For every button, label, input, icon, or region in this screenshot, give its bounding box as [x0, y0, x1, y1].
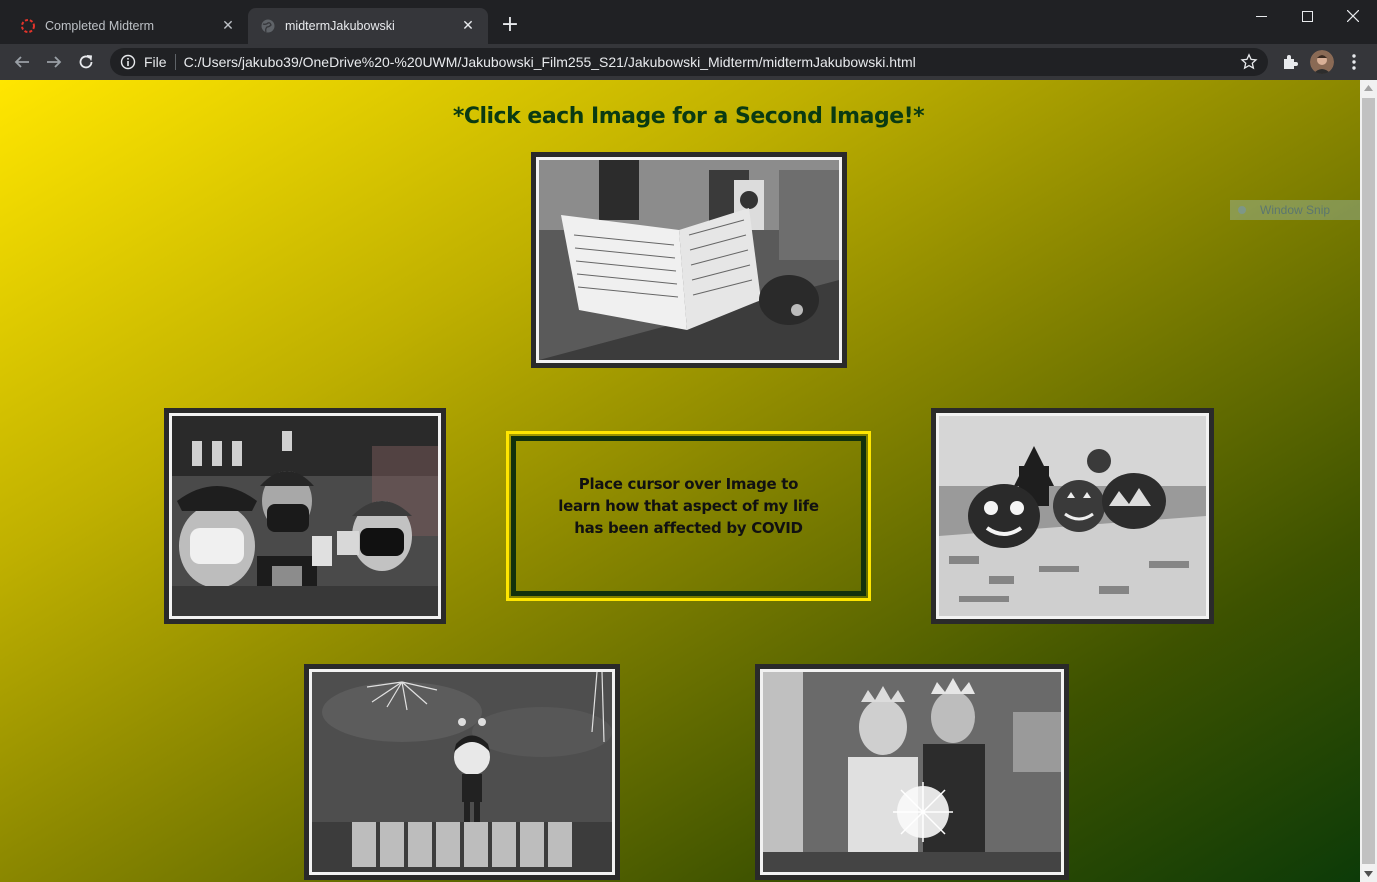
pumpkins-image — [939, 416, 1206, 616]
tab-midterm-jakubowski[interactable]: midtermJakubowski ✕ — [248, 8, 488, 44]
window-snip-hint: Window Snip — [1230, 200, 1360, 220]
omnibox-separator — [174, 54, 176, 70]
tab-title: midtermJakubowski — [285, 19, 395, 33]
reload-icon — [79, 55, 93, 69]
puzzle-icon — [1284, 55, 1298, 69]
page-viewport: *Click each Image for a Second Image!* P… — [0, 80, 1377, 882]
photo-frame — [936, 413, 1209, 619]
game-character-image — [312, 672, 612, 872]
star-icon[interactable] — [1240, 53, 1258, 71]
extensions-button[interactable] — [1278, 50, 1302, 74]
scroll-thumb[interactable] — [1362, 98, 1375, 864]
info-box-inner: Place cursor over Image to learn how tha… — [511, 436, 866, 596]
browser-toolbar: File C:/Users/jakubo39/OneDrive%20-%20UW… — [0, 44, 1377, 80]
info-icon[interactable] — [120, 54, 136, 70]
vertical-scrollbar[interactable] — [1360, 80, 1377, 882]
more-vert-icon — [1352, 54, 1356, 70]
snip-label: Window Snip — [1260, 203, 1331, 217]
tab-close-icon[interactable]: ✕ — [220, 18, 236, 34]
close-window-button[interactable] — [1330, 0, 1376, 32]
tab-completed-midterm[interactable]: Completed Midterm ✕ — [8, 8, 248, 44]
notebook-image — [539, 160, 839, 360]
minimize-icon — [1255, 15, 1267, 17]
minimize-button[interactable] — [1238, 0, 1284, 32]
friends-crowns-photo[interactable] — [755, 664, 1069, 880]
url-scheme-label: File — [144, 54, 167, 70]
maximize-button[interactable] — [1284, 0, 1330, 32]
game-character-photo[interactable] — [304, 664, 620, 880]
reload-button[interactable] — [72, 48, 100, 76]
snip-dot-icon — [1238, 206, 1246, 214]
menu-button[interactable] — [1342, 50, 1366, 74]
forward-button[interactable] — [40, 48, 68, 76]
tab-strip: Completed Midterm ✕ midtermJakubowski ✕ … — [0, 0, 1377, 44]
maximize-icon — [1301, 10, 1313, 22]
close-icon — [1347, 10, 1359, 22]
tab-title: Completed Midterm — [45, 19, 155, 33]
friends-crowns-image — [763, 672, 1061, 872]
circle-dots-icon — [21, 19, 35, 33]
avatar-icon — [1310, 50, 1334, 74]
scroll-down-icon[interactable] — [1364, 870, 1373, 878]
photo-frame — [760, 669, 1064, 875]
globe-icon — [261, 19, 275, 33]
coworkers-image — [172, 416, 438, 616]
arrow-left-icon — [14, 56, 29, 68]
coworkers-photo[interactable] — [164, 408, 446, 624]
pumpkins-photo[interactable] — [931, 408, 1214, 624]
page-heading: *Click each Image for a Second Image!* — [452, 104, 925, 129]
scroll-up-icon[interactable] — [1364, 84, 1373, 92]
address-bar[interactable]: File C:/Users/jakubo39/OneDrive%20-%20UW… — [110, 48, 1268, 76]
profile-avatar[interactable] — [1310, 50, 1334, 74]
info-box: Place cursor over Image to learn how tha… — [506, 431, 871, 601]
new-tab-button[interactable]: + — [498, 12, 522, 40]
url-text[interactable]: C:/Users/jakubo39/OneDrive%20-%20UWM/Jak… — [184, 54, 1240, 70]
back-button[interactable] — [8, 48, 36, 76]
photo-frame — [536, 157, 842, 363]
notebook-photo[interactable] — [531, 152, 847, 368]
info-message: Place cursor over Image to learn how tha… — [558, 475, 819, 537]
tab-close-icon[interactable]: ✕ — [460, 18, 476, 34]
arrow-right-icon — [47, 56, 62, 68]
photo-frame — [169, 413, 441, 619]
photo-frame — [309, 669, 615, 875]
